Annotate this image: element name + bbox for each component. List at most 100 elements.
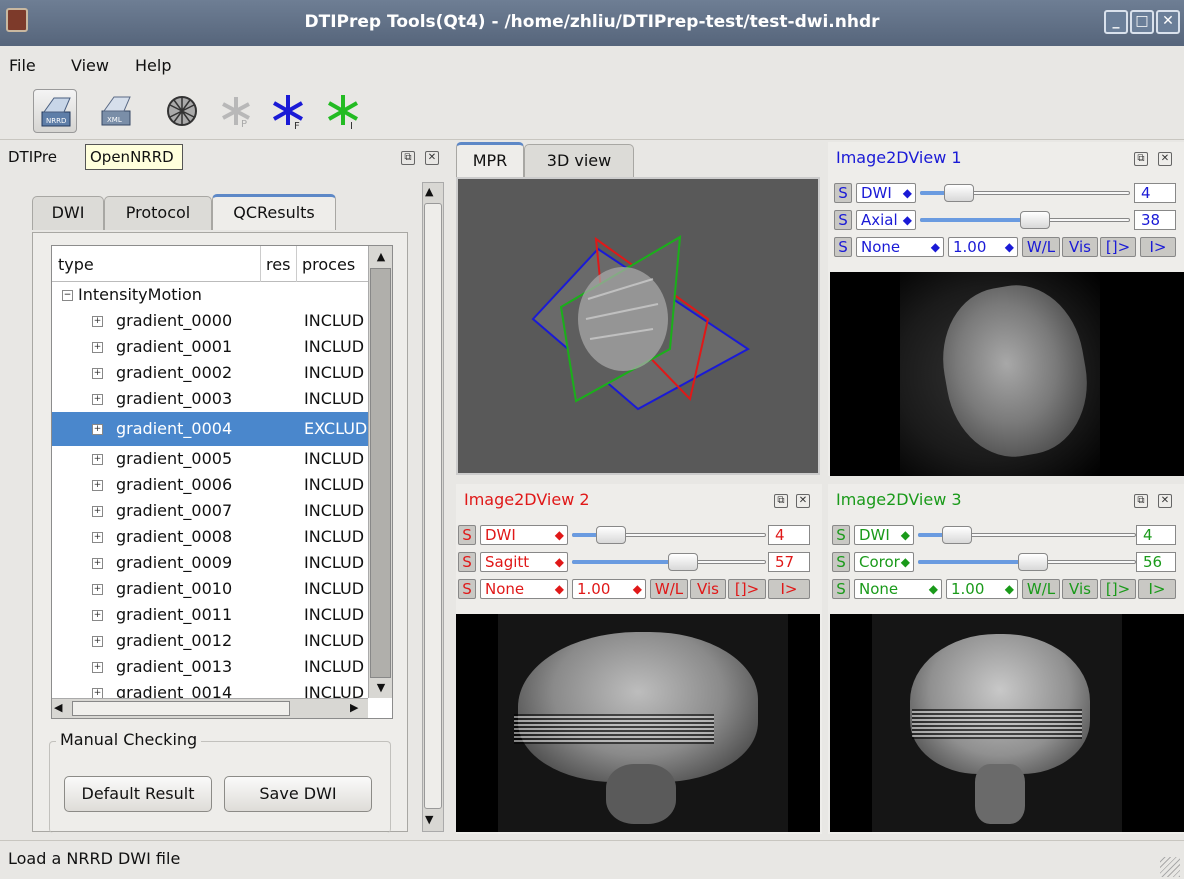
view1-lut-select[interactable]: None ◆ bbox=[856, 237, 944, 257]
tree-hscrollbar[interactable]: ◀ ▶ bbox=[52, 698, 368, 718]
view2-orient-select[interactable]: Sagitt ◆ bbox=[480, 552, 568, 572]
fiber-button[interactable]: F bbox=[266, 89, 310, 133]
expand-icon[interactable]: + bbox=[92, 662, 103, 673]
dock-close-icon[interactable]: ✕ bbox=[425, 151, 439, 165]
tree-vscrollbar[interactable]: ▲ ▼ bbox=[368, 246, 392, 698]
scroll-down-icon[interactable]: ▼ bbox=[371, 678, 391, 698]
view1-vis-button[interactable]: Vis bbox=[1062, 237, 1098, 257]
view2-sync2-button[interactable]: S bbox=[458, 552, 476, 572]
view3-sync-button[interactable]: S bbox=[832, 525, 850, 545]
tree-row[interactable]: + gradient_0010 INCLUD bbox=[52, 576, 368, 602]
view1-wl-button[interactable]: W/L bbox=[1022, 237, 1060, 257]
view3-float-icon[interactable]: ⧉ bbox=[1134, 494, 1148, 508]
dock-vscroll-thumb[interactable] bbox=[424, 203, 442, 809]
save-dwi-button[interactable]: Save DWI bbox=[224, 776, 372, 812]
view3-zoom-spin[interactable]: 1.00 ◆ bbox=[946, 579, 1018, 599]
tree-vscroll-thumb[interactable] bbox=[370, 268, 391, 678]
tree-row[interactable]: + gradient_0001 INCLUD bbox=[52, 334, 368, 360]
view3-b1-button[interactable]: []> bbox=[1100, 579, 1136, 599]
tree-row[interactable]: + gradient_0000 INCLUD bbox=[52, 308, 368, 334]
tree-row[interactable]: + gradient_0014 INCLUD bbox=[52, 680, 368, 698]
tree-row[interactable]: + gradient_0013 INCLUD bbox=[52, 654, 368, 680]
view3-slice-slider[interactable] bbox=[918, 552, 1136, 572]
expand-icon[interactable]: + bbox=[92, 368, 103, 379]
view1-zoom-spin[interactable]: 1.00 ◆ bbox=[948, 237, 1018, 257]
view3-sync3-button[interactable]: S bbox=[832, 579, 850, 599]
view2-image[interactable] bbox=[456, 614, 820, 832]
view1-float-icon[interactable]: ⧉ bbox=[1134, 152, 1148, 166]
view1-sync-button[interactable]: S bbox=[834, 183, 852, 203]
dock-scroll-down-icon[interactable]: ▼ bbox=[425, 813, 433, 826]
view2-slice-value[interactable]: 57 bbox=[768, 552, 810, 572]
view1-image-slider[interactable] bbox=[920, 183, 1130, 203]
view2-zoom-spin[interactable]: 1.00 ◆ bbox=[572, 579, 646, 599]
tree-row[interactable]: + gradient_0011 INCLUD bbox=[52, 602, 368, 628]
menu-file[interactable]: File bbox=[9, 56, 36, 75]
tab-dwi[interactable]: DWI bbox=[32, 196, 104, 230]
view2-image-value[interactable]: 4 bbox=[768, 525, 810, 545]
dock-float-icon[interactable]: ⧉ bbox=[401, 151, 415, 165]
view3-lut-select[interactable]: None ◆ bbox=[854, 579, 942, 599]
maximize-button[interactable]: □ bbox=[1130, 10, 1154, 34]
default-result-button[interactable]: Default Result bbox=[64, 776, 212, 812]
expand-icon[interactable]: + bbox=[92, 558, 103, 569]
tab-mpr[interactable]: MPR bbox=[456, 142, 524, 178]
tree-root[interactable]: − IntensityMotion bbox=[52, 282, 368, 308]
view1-b2-button[interactable]: I> bbox=[1140, 237, 1176, 257]
mpr-render-area[interactable] bbox=[456, 177, 820, 475]
expand-icon[interactable]: + bbox=[92, 584, 103, 595]
expand-icon[interactable]: + bbox=[92, 532, 103, 543]
view3-image-slider[interactable] bbox=[918, 525, 1136, 545]
scroll-up-icon[interactable]: ▲ bbox=[371, 246, 391, 268]
view3-wl-button[interactable]: W/L bbox=[1022, 579, 1060, 599]
tree-row[interactable]: + gradient_0012 INCLUD bbox=[52, 628, 368, 654]
expand-icon[interactable]: + bbox=[92, 480, 103, 491]
view1-sync2-button[interactable]: S bbox=[834, 210, 852, 230]
tab-protocol[interactable]: Protocol bbox=[104, 196, 212, 230]
expand-icon[interactable]: + bbox=[92, 610, 103, 621]
tree-row[interactable]: + gradient_0006 INCLUD bbox=[52, 472, 368, 498]
expand-icon[interactable]: + bbox=[92, 316, 103, 327]
view2-vis-button[interactable]: Vis bbox=[690, 579, 726, 599]
view1-b1-button[interactable]: []> bbox=[1100, 237, 1136, 257]
column-type[interactable]: type bbox=[58, 255, 94, 274]
resize-grip-icon[interactable] bbox=[1160, 857, 1180, 877]
sphere-button[interactable] bbox=[160, 89, 204, 133]
tree-row[interactable]: + gradient_0007 INCLUD bbox=[52, 498, 368, 524]
view1-slice-value[interactable]: 38 bbox=[1134, 210, 1176, 230]
tab-qcresults[interactable]: QCResults bbox=[212, 194, 336, 230]
view3-vis-button[interactable]: Vis bbox=[1062, 579, 1098, 599]
view3-image-select[interactable]: DWI ◆ bbox=[854, 525, 914, 545]
expand-icon[interactable]: + bbox=[92, 688, 103, 698]
expand-icon[interactable]: + bbox=[92, 424, 103, 435]
view1-image[interactable] bbox=[830, 272, 1184, 476]
open-xml-button[interactable]: XML bbox=[94, 89, 138, 133]
view1-orient-select[interactable]: Axial ◆ bbox=[856, 210, 916, 230]
image-button[interactable]: I bbox=[321, 89, 365, 133]
expand-icon[interactable]: + bbox=[92, 636, 103, 647]
view2-lut-select[interactable]: None ◆ bbox=[480, 579, 568, 599]
protocol-button[interactable]: P bbox=[214, 89, 258, 133]
view3-orient-select[interactable]: Coror ◆ bbox=[854, 552, 914, 572]
tree-row[interactable]: + gradient_0005 INCLUD bbox=[52, 446, 368, 472]
collapse-icon[interactable]: − bbox=[62, 290, 73, 301]
tree-row[interactable]: + gradient_0008 INCLUD bbox=[52, 524, 368, 550]
dock-vscrollbar[interactable]: ▲ ▼ bbox=[422, 182, 444, 832]
view3-close-icon[interactable]: ✕ bbox=[1158, 494, 1172, 508]
view1-image-select[interactable]: DWI ◆ bbox=[856, 183, 916, 203]
menu-view[interactable]: View bbox=[71, 56, 109, 75]
tree-hscroll-thumb[interactable] bbox=[72, 701, 290, 716]
view2-b1-button[interactable]: []> bbox=[728, 579, 766, 599]
close-button[interactable]: ✕ bbox=[1156, 10, 1180, 34]
view3-image[interactable] bbox=[830, 614, 1184, 832]
tree-row-selected[interactable]: + gradient_0004 EXCLUD bbox=[52, 412, 368, 446]
view2-wl-button[interactable]: W/L bbox=[650, 579, 688, 599]
view2-image-slider[interactable] bbox=[572, 525, 766, 545]
view1-close-icon[interactable]: ✕ bbox=[1158, 152, 1172, 166]
expand-icon[interactable]: + bbox=[92, 394, 103, 405]
qc-tree[interactable]: type res proces − IntensityMotion + gradi… bbox=[51, 245, 393, 719]
view3-slice-value[interactable]: 56 bbox=[1136, 552, 1176, 572]
tree-row[interactable]: + gradient_0003 INCLUD bbox=[52, 386, 368, 412]
view1-image-value[interactable]: 4 bbox=[1134, 183, 1176, 203]
view2-slice-slider[interactable] bbox=[572, 552, 766, 572]
